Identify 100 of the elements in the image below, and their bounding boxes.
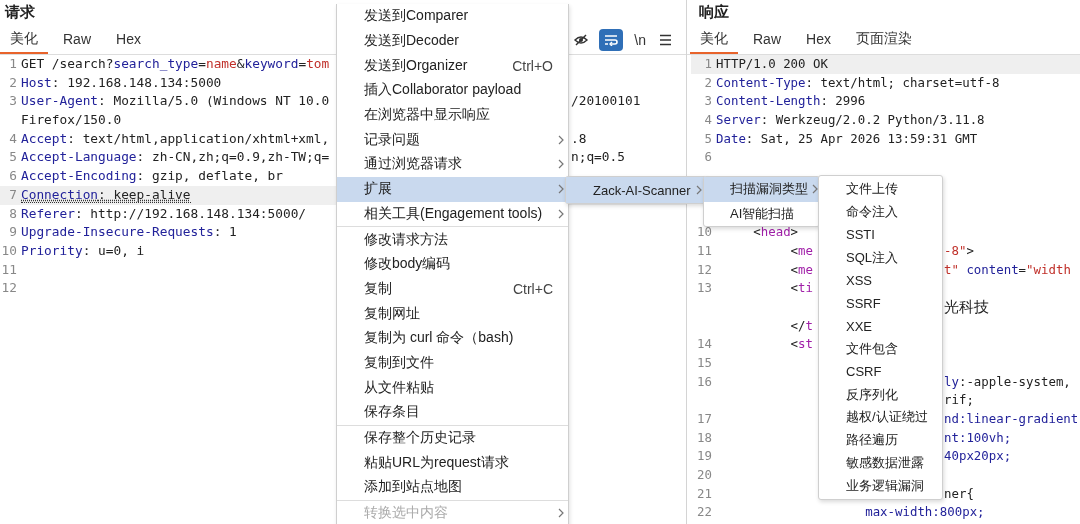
line-number: 8	[8, 204, 17, 223]
line-number: 19	[696, 447, 712, 466]
menu-item[interactable]: AI智能扫描	[704, 201, 819, 226]
menu-item[interactable]: 发送到Organizer Ctrl+O	[337, 53, 568, 79]
chevron-icon	[557, 159, 564, 170]
menu-item[interactable]: SSTI	[819, 223, 942, 247]
menu-item[interactable]: 敏感数据泄露	[819, 451, 942, 475]
menu-item[interactable]: 从文件粘贴	[337, 375, 568, 400]
line-number: 5	[8, 148, 17, 167]
line-number: 3	[8, 92, 17, 111]
line-number: 6	[8, 167, 17, 186]
menu-item[interactable]: 粘贴URL为request请求	[337, 450, 568, 476]
tab[interactable]: Hex	[106, 25, 151, 54]
menu-item[interactable]: 复制为 curl 命令（bash)	[337, 325, 568, 351]
line-number: 21	[696, 484, 712, 503]
code-line: Connection: keep-alive	[21, 185, 191, 203]
menu-item[interactable]: 文件上传	[819, 178, 942, 201]
tab[interactable]: 美化	[0, 25, 48, 54]
tab[interactable]: Raw	[743, 25, 791, 54]
code-fragment: ly:-apple-system,	[944, 372, 1071, 391]
menu-item[interactable]: 文件包含	[819, 337, 942, 361]
menu-item[interactable]: XSS	[819, 269, 942, 292]
code-line: Server: Werkzeug/2.0.2 Python/3.11.8	[716, 111, 985, 130]
line-number: 2	[703, 73, 712, 92]
menu-item[interactable]: 插入Collaborator payload	[337, 78, 568, 103]
line-number: 17	[696, 410, 712, 428]
line-number: 10	[696, 223, 712, 242]
menu-item[interactable]: 修改请求方法	[337, 227, 568, 252]
line-number: 22	[696, 503, 712, 522]
menu-item[interactable]: SQL注入	[819, 246, 942, 270]
menu-item[interactable]: 业务逻辑漏洞	[819, 474, 942, 498]
menu-item[interactable]: 发送到Comparer	[337, 4, 568, 29]
line-number: 14	[696, 335, 712, 354]
tab[interactable]: 页面渲染	[845, 25, 922, 54]
code-fragment: n;q=0.5	[571, 148, 625, 167]
code-line: <st	[789, 335, 813, 354]
menu-item[interactable]: 添加到站点地图	[337, 475, 568, 500]
menu-item[interactable]: XXE	[819, 314, 942, 338]
code-line: <me	[789, 260, 813, 279]
line-number: 1	[703, 55, 712, 73]
tab[interactable]: Raw	[53, 25, 101, 54]
line-number: 6	[703, 148, 712, 167]
line-number: 1	[8, 55, 17, 73]
code-line: Accept-Encoding: gzip, deflate, br	[21, 167, 283, 186]
code-line: </t	[789, 316, 813, 335]
menu-item[interactable]: 通过浏览器请求	[337, 152, 568, 177]
panel-title: 请求	[3, 2, 35, 22]
code-line: max-width:800px;	[864, 503, 985, 522]
tab[interactable]: Hex	[796, 25, 841, 54]
newline-toggle[interactable]: \n	[632, 28, 648, 51]
menu-item[interactable]: 扫描漏洞类型	[704, 177, 819, 202]
line-number: 2	[8, 73, 17, 92]
menu-item[interactable]: 命令注入	[819, 200, 942, 224]
code-fragment: 光科技	[944, 297, 989, 318]
menu-item[interactable]: Zack-AI-Scanner	[566, 177, 706, 203]
menu-item[interactable]: 相关工具(Engagement tools)	[337, 201, 568, 227]
code-line: Priority: u=0, i	[21, 241, 145, 260]
code-fragment: .8	[571, 129, 587, 148]
code-line: Host: 192.168.148.134:5000	[21, 73, 222, 92]
menu-icon	[659, 33, 672, 46]
code-line: Accept: text/html,application/xhtml+xml,	[21, 129, 330, 148]
wrap-icon	[604, 33, 619, 46]
line-number: 11	[696, 241, 712, 260]
chevron-icon	[812, 184, 818, 195]
chevron-icon	[557, 508, 564, 519]
code-line: <ti	[789, 279, 813, 298]
menu-item[interactable]: 保存整个历史记录	[337, 425, 568, 451]
line-number: 16	[696, 372, 712, 391]
menu-item[interactable]: 路径遍历	[819, 428, 942, 452]
code-line: Upgrade-Insecure-Requests: 1	[21, 223, 237, 242]
code-line: User-Agent: Mozilla/5.0 (Windows NT 10.0	[21, 92, 330, 111]
line-number: 7	[8, 185, 17, 204]
menu-item[interactable]: 复制网址	[337, 301, 568, 326]
chevron-icon	[557, 208, 564, 219]
line-number: 5	[703, 129, 712, 148]
menu-item[interactable]: CSRF	[819, 360, 942, 384]
menu-item[interactable]: 扩展	[337, 176, 568, 202]
menu-item[interactable]: 反序列化	[819, 383, 942, 406]
line-number: 3	[703, 92, 712, 111]
line-number: 20	[696, 466, 712, 485]
code-fragment: rif;	[944, 391, 974, 410]
menu-item[interactable]: 在浏览器中显示响应	[337, 102, 568, 128]
code-line: HTTP/1.0 200 OK	[716, 55, 828, 73]
code-fragment: -8">	[944, 241, 974, 260]
code-fragment: 40px20px;	[944, 447, 1012, 466]
line-number: 11	[0, 260, 17, 279]
menu-item[interactable]: 保存条目	[337, 400, 568, 425]
menu-item[interactable]: 记录问题	[337, 127, 568, 153]
menu-item[interactable]: 修改body编码	[337, 251, 568, 277]
menu-item[interactable]: 复制到文件	[337, 350, 568, 376]
menu-item[interactable]: SSRF	[819, 292, 942, 315]
code-line: Content-Length: 2996	[716, 92, 866, 111]
menu-item[interactable]: 复制 Ctrl+C	[337, 276, 568, 302]
menu-item[interactable]: 发送到Decoder	[337, 28, 568, 54]
line-number: 9	[8, 223, 17, 242]
code-fragment: nt:100vh;	[944, 428, 1012, 447]
menu-item[interactable]: 越权/认证绕过	[819, 405, 942, 429]
line-number: 12	[0, 279, 17, 298]
wrap-toggle[interactable]	[599, 28, 624, 51]
code-line: <head>	[752, 223, 799, 242]
